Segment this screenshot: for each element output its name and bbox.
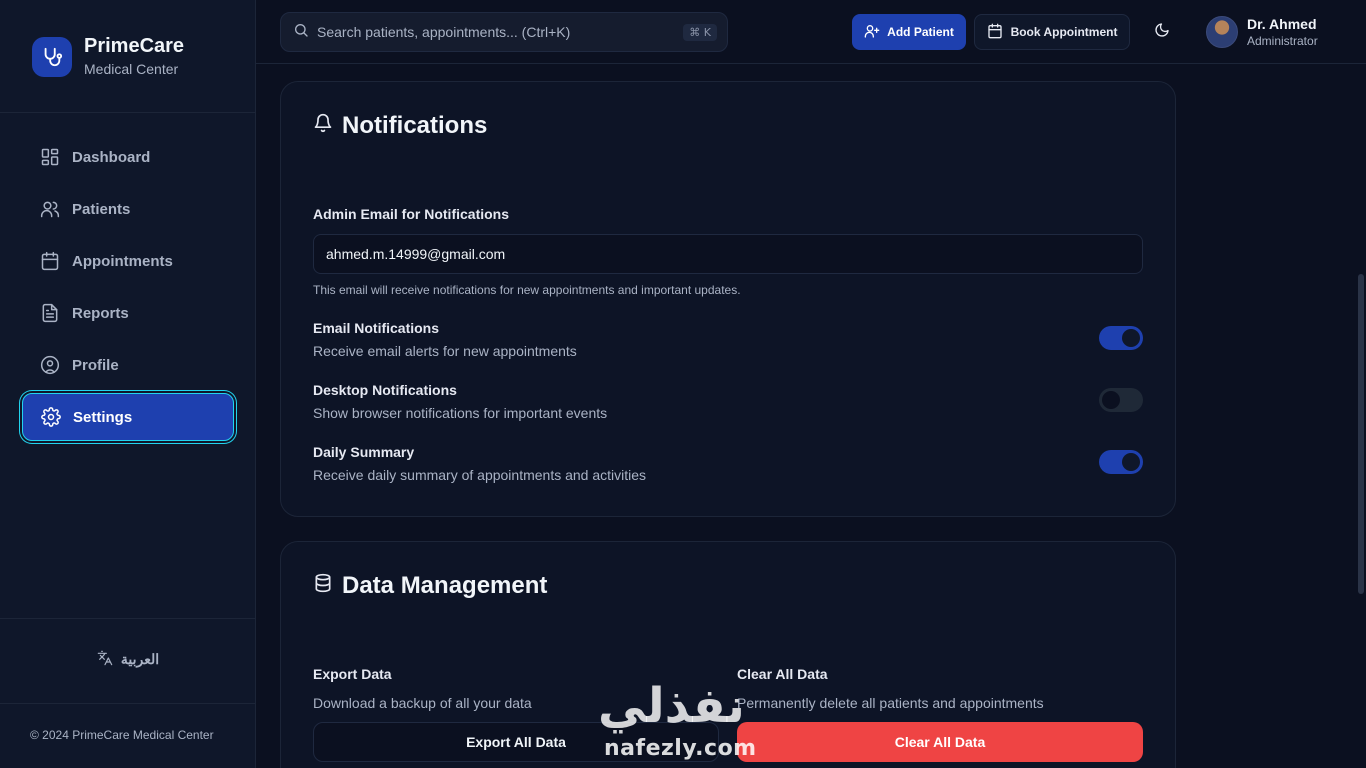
section-title: Notifications (313, 112, 487, 140)
export-data-description: Download a backup of all your data (313, 695, 532, 711)
data-management-title: Data Management (342, 572, 548, 599)
toggle-title: Desktop Notifications (313, 382, 457, 398)
clear-data-title: Clear All Data (737, 666, 828, 682)
topbar: ⌘ K Add Patient Book Appointment Dr. Ahm… (256, 0, 1366, 64)
search-box[interactable]: ⌘ K (280, 12, 728, 52)
language-label: العربية (120, 651, 160, 667)
email-notifications-toggle[interactable] (1099, 326, 1143, 350)
clear-all-data-button[interactable]: Clear All Data (737, 722, 1143, 762)
scrollbar[interactable] (1358, 64, 1366, 768)
add-patient-label: Add Patient (887, 25, 954, 39)
sidebar-item-label: Settings (73, 408, 133, 426)
export-data-title: Export Data (313, 666, 392, 682)
toggle-description: Show browser notifications for important… (313, 405, 608, 421)
scrollbar-thumb[interactable] (1358, 274, 1364, 594)
bell-icon (313, 112, 333, 140)
daily-summary-row: Daily Summary Receive daily summary of a… (313, 443, 1143, 487)
database-icon (313, 572, 333, 600)
avatar (1206, 16, 1238, 48)
sidebar-item-label: Appointments (72, 252, 173, 270)
file-text-icon (40, 303, 60, 323)
desktop-notifications-row: Desktop Notifications Show browser notif… (313, 381, 1143, 425)
export-all-data-button[interactable]: Export All Data (313, 722, 719, 762)
user-circle-icon (40, 355, 60, 375)
calendar-icon (40, 251, 60, 271)
data-management-card: Data Management Export Data Download a b… (280, 541, 1176, 768)
sidebar-item-profile[interactable]: Profile (22, 341, 234, 389)
email-notifications-row: Email Notifications Receive email alerts… (313, 319, 1143, 363)
export-data-section: Export Data Download a backup of all you… (313, 666, 719, 711)
sidebar-item-label: Dashboard (72, 148, 151, 166)
dashboard-icon (40, 147, 60, 167)
sidebar-item-reports[interactable]: Reports (22, 289, 234, 337)
search-input[interactable] (317, 24, 677, 40)
brand[interactable]: PrimeCare Medical Center (32, 34, 184, 79)
toggle-title: Email Notifications (313, 320, 440, 336)
sidebar-item-label: Patients (72, 200, 131, 218)
copyright: © 2024 PrimeCare Medical Center (30, 728, 214, 742)
search-icon (293, 22, 309, 43)
sidebar-item-settings[interactable]: Settings (22, 393, 234, 441)
clear-data-section: Clear All Data Permanently delete all pa… (737, 666, 1143, 711)
brand-subtitle: Medical Center (84, 61, 179, 77)
translate-icon (97, 650, 113, 669)
user-plus-icon (864, 23, 880, 42)
daily-summary-toggle[interactable] (1099, 450, 1143, 474)
sidebar-divider (0, 703, 256, 704)
sidebar-divider (0, 112, 256, 113)
theme-toggle-button[interactable] (1150, 20, 1174, 44)
toggle-description: Receive daily summary of appointments an… (313, 467, 647, 483)
stethoscope-icon (32, 36, 72, 77)
section-title: Data Management (313, 572, 547, 600)
admin-email-field[interactable] (313, 234, 1143, 274)
sidebar-item-appointments[interactable]: Appointments (22, 237, 234, 285)
sidebar-nav: Dashboard Patients Appointments Reports … (22, 133, 234, 445)
brand-name: PrimeCare (84, 35, 185, 57)
user-menu[interactable]: Dr. Ahmed Administrator (1206, 15, 1318, 49)
moon-icon (1154, 22, 1170, 43)
book-appointment-label: Book Appointment (1010, 25, 1118, 39)
users-icon (40, 199, 60, 219)
add-patient-button[interactable]: Add Patient (852, 14, 966, 50)
sidebar-item-label: Reports (72, 304, 129, 322)
admin-email-help: This email will receive notifications fo… (313, 283, 741, 297)
admin-email-label: Admin Email for Notifications (313, 206, 510, 222)
sidebar-item-label: Profile (72, 356, 119, 374)
sidebar-divider (0, 618, 256, 619)
sidebar-item-dashboard[interactable]: Dashboard (22, 133, 234, 181)
search-shortcut-badge: ⌘ K (683, 24, 717, 41)
toggle-description: Receive email alerts for new appointment… (313, 343, 577, 359)
language-switcher[interactable]: العربية (0, 650, 256, 669)
user-role: Administrator (1247, 34, 1318, 48)
sidebar: PrimeCare Medical Center Dashboard Patie… (0, 0, 256, 768)
notifications-title: Notifications (342, 112, 488, 139)
book-appointment-button[interactable]: Book Appointment (974, 14, 1130, 50)
notifications-card: Notifications Admin Email for Notificati… (280, 81, 1176, 517)
toggle-title: Daily Summary (313, 444, 415, 460)
sidebar-item-patients[interactable]: Patients (22, 185, 234, 233)
clear-data-description: Permanently delete all patients and appo… (737, 695, 1044, 711)
gear-icon (41, 407, 61, 427)
calendar-icon (987, 23, 1003, 42)
user-name: Dr. Ahmed (1247, 16, 1317, 32)
desktop-notifications-toggle[interactable] (1099, 388, 1143, 412)
